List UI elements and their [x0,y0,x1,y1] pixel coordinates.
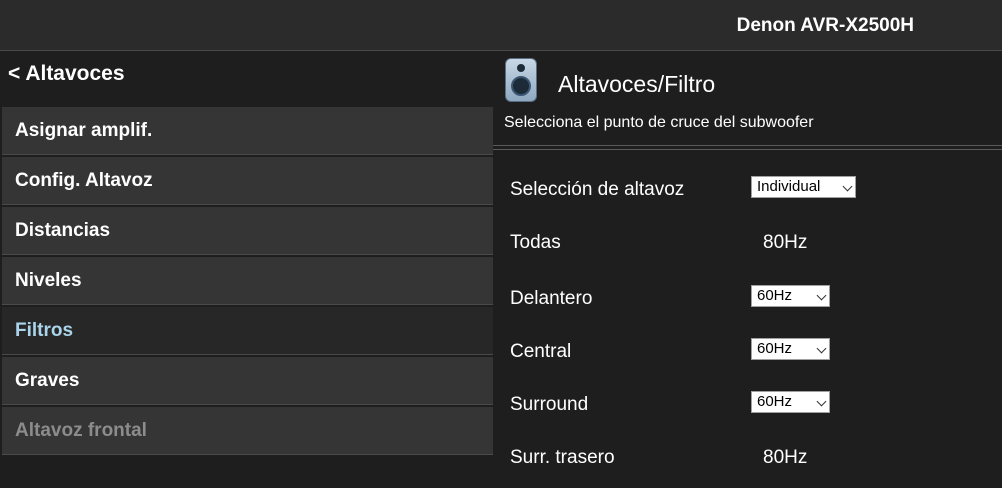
sidebar-item-config-altavoz[interactable]: Config. Altavoz [2,157,493,205]
front-label: Delantero [510,288,593,309]
chevron-down-icon [816,343,827,354]
surround-crossover-value: 60Hz [757,393,793,410]
chevron-down-icon [816,396,827,407]
surround-label: Surround [510,394,589,415]
sidebar-item-distancias[interactable]: Distancias [2,207,493,255]
all-value: 80Hz [763,232,808,253]
sidebar-menu: Asignar amplif. Config. Altavoz Distanci… [2,107,493,457]
speaker-selection-select[interactable]: Individual [751,176,856,198]
chevron-down-icon [842,181,853,192]
surround-back-value: 80Hz [763,447,808,468]
sidebar-item-altavoz-frontal: Altavoz frontal [2,407,493,455]
center-crossover-select[interactable]: 60Hz [751,338,830,360]
surround-back-label: Surr. trasero [510,447,615,468]
chevron-down-icon [816,290,827,301]
speaker-selection-label: Selección de altavoz [510,179,685,200]
device-name: Denon AVR-X2500H [736,15,914,36]
sidebar-item-niveles[interactable]: Niveles [2,257,493,305]
surround-row: Surround 60Hz [510,391,990,421]
front-crossover-value: 60Hz [757,287,793,304]
sidebar-item-graves[interactable]: Graves [2,357,493,405]
speaker-icon [505,58,537,102]
top-bar: Denon AVR-X2500H [0,0,1002,51]
front-row: Delantero 60Hz [510,285,990,315]
sidebar-item-asignar-amplif[interactable]: Asignar amplif. [2,107,493,155]
all-row: Todas 80Hz [510,229,990,259]
divider [493,149,1002,150]
main-content: Altavoces/Filtro Selecciona el punto de … [493,52,1002,488]
speaker-woofer [511,76,531,96]
sidebar-item-filtros[interactable]: Filtros [2,307,493,355]
surround-back-row: Surr. trasero 80Hz [510,444,990,474]
center-crossover-value: 60Hz [757,340,793,357]
sidebar: < Altavoces Asignar amplif. Config. Alta… [2,52,493,488]
speaker-selection-value: Individual [757,178,821,195]
back-link[interactable]: < Altavoces [8,62,125,86]
all-label: Todas [510,232,561,253]
page-title: Altavoces/Filtro [558,71,716,97]
speaker-tweeter [517,64,525,72]
surround-crossover-select[interactable]: 60Hz [751,391,830,413]
center-label: Central [510,341,572,362]
divider [493,145,1002,146]
center-row: Central 60Hz [510,338,990,368]
speaker-selection-row: Selección de altavoz Individual [510,176,990,206]
page-subtitle: Selecciona el punto de cruce del subwoof… [504,114,814,131]
front-crossover-select[interactable]: 60Hz [751,285,830,307]
